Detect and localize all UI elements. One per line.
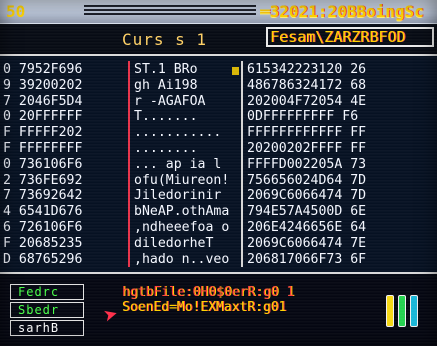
offset-cell: 7 2046F5D4 <box>3 93 83 109</box>
green-bar-icon <box>398 295 406 327</box>
hex-cell: 202004F72054 4E <box>247 93 367 109</box>
ascii-cell: ,hado n..veo <box>134 251 230 267</box>
ascii-cell: r -AGAFOA <box>134 93 206 109</box>
hex-row[interactable]: 0 736106F6 ... ap ia l FFFFD002205A 73 <box>0 157 437 173</box>
offset-cell: F FFFFFFFF <box>3 140 83 156</box>
offset-cell: D 68765296 <box>3 251 83 267</box>
ascii-cell: ofu(Miureon! <box>134 172 230 188</box>
bar-tool-icon[interactable] <box>386 292 430 330</box>
ascii-cell: ST.1 BRo <box>134 62 198 77</box>
hex-cell: 206E4246656E 64 <box>247 219 367 235</box>
window-title-left: 50 <box>6 2 26 21</box>
ascii-cell: ... ap ia l <box>134 156 222 172</box>
window-title-right: ═32021:20BBoingSc <box>260 2 424 21</box>
status-line-2: SoenEd=Mo!EXMaxtR:g01 <box>122 300 287 315</box>
status-line-1: hgtbFile:0H0$0erR:g0 1 <box>122 285 295 300</box>
menu-item-sarhb[interactable]: sarhB <box>10 320 84 336</box>
hex-cell: FFFFFFFFFFFF FF <box>247 125 367 141</box>
offset-cell: 0 20FFFFFF <box>3 109 83 125</box>
hex-cell: 756656024D64 7D <box>247 172 367 188</box>
hex-rows: 0 7952F696 ST.1 BRo 615342223120 26 9 3920… <box>0 62 437 267</box>
title-bar-stripes <box>84 5 256 17</box>
hex-cell: 0DFFFFFFFFF F6 <box>247 109 359 125</box>
offset-cell: 9 39200202 <box>3 77 83 93</box>
yellow-bar-icon <box>386 295 394 327</box>
hex-row[interactable]: 6 726106F6 ,ndheeefoa o 206E4246656E 64 <box>0 220 437 236</box>
hex-view-pane[interactable]: 0 7952F696 ST.1 BRo 615342223120 26 9 3920… <box>0 54 437 274</box>
ascii-cell: T....... <box>134 109 198 125</box>
ascii-cell: ........... <box>134 125 222 141</box>
offset-cell: 0 736106F6 <box>3 156 83 172</box>
ascii-cell: diledorheT <box>134 235 214 251</box>
hex-row[interactable]: D 68765296 ,hado n..veo 206817066F73 6F <box>0 252 437 268</box>
hex-cell: FFFFD002205A 73 <box>247 156 367 172</box>
status-panel: Fedrc Sbedr sarhB ➤ hgtbFile:0H0$0erR:g0… <box>0 278 437 346</box>
file-path-field[interactable]: Fesam\ZARZRBFOD <box>266 27 434 47</box>
cyan-bar-icon <box>410 295 418 327</box>
offset-cell: F 20685235 <box>3 235 83 251</box>
hex-cell: 615342223120 26 <box>247 62 367 77</box>
editor-header: Curs s 1 Fesam\ZARZRBFOD <box>0 24 437 52</box>
menu-item-sbedr[interactable]: Sbedr <box>10 302 84 318</box>
hex-row[interactable]: F FFFFF202........... FFFFFFFFFFFF FF <box>0 125 437 141</box>
hex-cell: 794E57A4500D 6E <box>247 204 367 220</box>
hex-cell: 206817066F73 6F <box>247 251 367 267</box>
retro-hex-editor-screen: 50 ═32021:20BBoingSc Curs s 1 Fesam\ZARZ… <box>0 0 437 346</box>
offset-cell: 2 736FE692 <box>3 172 83 188</box>
offset-cell: 7 73692642 <box>3 188 83 204</box>
hex-row[interactable]: F FFFFFFFF ........ 20200202FFFF FF <box>0 141 437 157</box>
hex-cell: 20200202FFFF FF <box>247 140 367 156</box>
hex-row[interactable]: 0 7952F696 ST.1 BRo 615342223120 26 <box>0 62 437 78</box>
hex-row[interactable]: 7 2046F5D4 r -AGAFOA 202004F72054 4E <box>0 94 437 110</box>
ascii-cell: ,ndheeefoa o <box>134 219 230 235</box>
hex-row[interactable]: 0 20FFFFFF T....... 0DFFFFFFFFF F6 <box>0 109 437 125</box>
offset-cell: 0 7952F696 <box>3 62 83 77</box>
offset-cell: 4 6541D676 <box>3 204 83 220</box>
title-bar: 50 ═32021:20BBoingSc <box>0 0 437 24</box>
hex-row[interactable]: 2 736FE692 ofu(Miureon! 756656024D64 7D <box>0 173 437 189</box>
hex-row[interactable]: 4 6541D676 bNeAP.othAma 794E57A4500D 6E <box>0 204 437 220</box>
menu-item-fedrc[interactable]: Fedrc <box>10 284 84 300</box>
ascii-cell: ........ <box>134 140 198 156</box>
hex-row[interactable]: F 20685235 diledorheT 2069C6066474 7E <box>0 236 437 252</box>
cursor-status: Curs s 1 <box>122 30 208 49</box>
hex-cell: 2069C6066474 7D <box>247 188 367 204</box>
hex-row[interactable]: 9 39200202 gh Ai198 486786324172 68 <box>0 78 437 94</box>
hex-row[interactable]: 7 73692642 Jiledorinir 2069C6066474 7D <box>0 188 437 204</box>
hex-cell: 2069C6066474 7E <box>247 235 367 251</box>
ascii-cell: Jiledorinir <box>134 188 222 204</box>
bottom-menu: Fedrc Sbedr sarhB <box>10 284 84 338</box>
hex-cell: 486786324172 68 <box>247 77 367 93</box>
offset-cell: 6 726106F6 <box>3 219 83 235</box>
ascii-cell: bNeAP.othAma <box>134 204 230 220</box>
ascii-cell: gh Ai198 <box>134 77 198 93</box>
offset-cell: F FFFFF202 <box>3 125 83 141</box>
